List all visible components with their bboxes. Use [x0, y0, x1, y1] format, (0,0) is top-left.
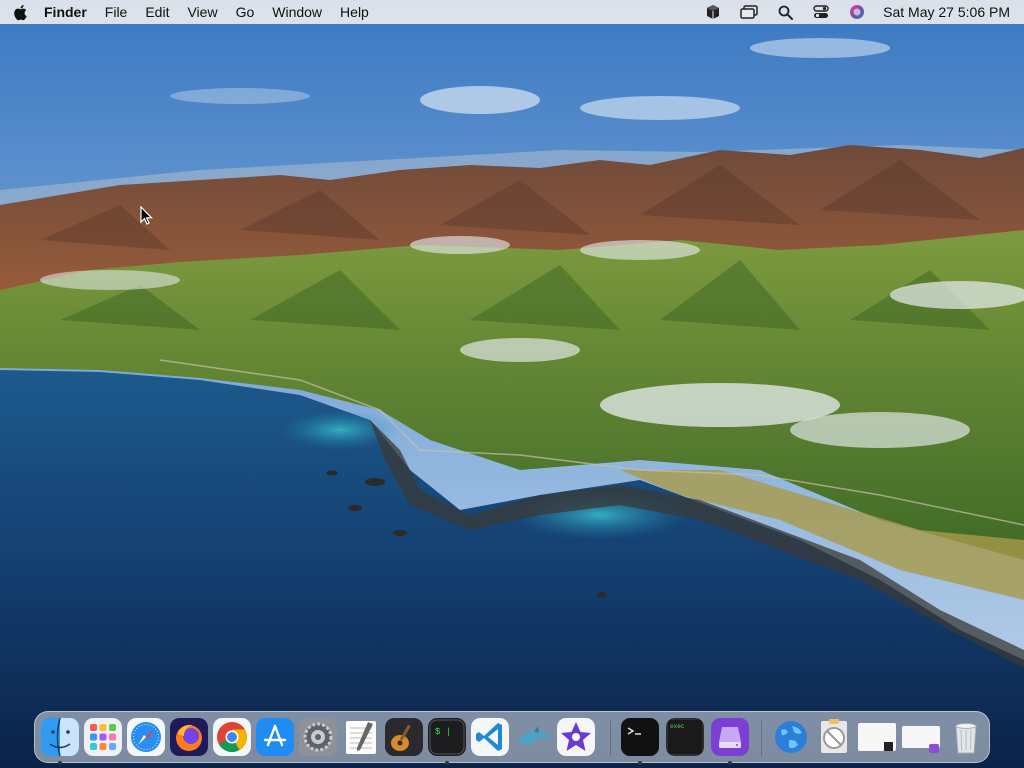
- menu-help[interactable]: Help: [331, 0, 378, 24]
- control-center-icon[interactable]: [808, 0, 834, 24]
- dock-item-vscode[interactable]: [471, 718, 509, 756]
- star-icon: [557, 718, 595, 756]
- running-indicator: [728, 761, 732, 765]
- dock-item-terminal-window[interactable]: [621, 718, 659, 765]
- dock: $ | exec: [34, 711, 990, 765]
- menu-clock[interactable]: Sat May 27 5:06 PM: [883, 4, 1010, 20]
- terminal-window-icon: [621, 718, 659, 756]
- dock-item-terminal[interactable]: $ |: [428, 718, 466, 765]
- trash-icon: [947, 718, 985, 756]
- window-thumbnail-icon: [901, 718, 941, 756]
- dock-item-window-thumbnail-1[interactable]: [857, 718, 897, 756]
- dock-divider: [610, 720, 611, 756]
- dock-item-chrome[interactable]: [213, 718, 251, 756]
- finder-icon: [41, 718, 79, 756]
- guitar-icon: [385, 718, 423, 756]
- dock-item-window-thumbnail-2[interactable]: [901, 718, 941, 756]
- running-indicator: [638, 761, 642, 765]
- menu-file[interactable]: File: [96, 0, 137, 24]
- dock-item-mysql-workbench[interactable]: [514, 718, 552, 756]
- globe-icon: [772, 718, 810, 756]
- menu-go[interactable]: Go: [227, 0, 264, 24]
- window-switch-icon[interactable]: [736, 0, 762, 24]
- dock-item-finder[interactable]: [41, 718, 79, 765]
- dock-item-storage-app[interactable]: [711, 718, 749, 765]
- safari-icon: [127, 718, 165, 756]
- terminal-icon: $ |: [428, 718, 466, 756]
- menu-view[interactable]: View: [178, 0, 226, 24]
- dock-item-garageband[interactable]: [385, 718, 423, 756]
- desktop-wallpaper: [0, 0, 1024, 768]
- search-icon[interactable]: [772, 0, 798, 24]
- dock-item-exec[interactable]: exec: [666, 718, 704, 756]
- menu-window[interactable]: Window: [263, 0, 331, 24]
- dock-item-preview[interactable]: [815, 718, 853, 756]
- running-indicator: [445, 761, 449, 765]
- menu-edit[interactable]: Edit: [136, 0, 178, 24]
- terminal-prompt: $ |: [435, 727, 451, 737]
- siri-icon[interactable]: [844, 0, 870, 24]
- mouse-cursor-icon: [140, 205, 154, 226]
- dolphin-icon: [514, 718, 552, 756]
- dock-item-system-preferences[interactable]: [299, 718, 337, 756]
- launchpad-icon: [84, 718, 122, 756]
- dock-item-app-store[interactable]: [256, 718, 294, 756]
- vscode-icon: [471, 718, 509, 756]
- app-store-icon: [256, 718, 294, 756]
- apple-menu-icon[interactable]: [0, 0, 40, 24]
- exec-icon: exec: [666, 718, 704, 756]
- dock-item-firefox[interactable]: [170, 718, 208, 756]
- window-thumbnail-icon: [857, 718, 897, 756]
- dock-item-launchpad[interactable]: [84, 718, 122, 756]
- box-icon[interactable]: [700, 0, 726, 24]
- exec-label: exec: [670, 723, 685, 730]
- storage-icon: [711, 718, 749, 756]
- gear-icon: [299, 718, 337, 756]
- dock-divider: [761, 720, 762, 756]
- textedit-icon: [342, 718, 380, 756]
- dock-item-safari[interactable]: [127, 718, 165, 756]
- dock-item-trash[interactable]: [947, 718, 985, 756]
- preview-icon: [815, 718, 853, 756]
- firefox-icon: [170, 718, 208, 756]
- running-indicator: [58, 761, 62, 765]
- dock-item-imovie[interactable]: [557, 718, 595, 756]
- menu-bar: Finder File Edit View Go Window Help Sat…: [0, 0, 1024, 24]
- app-menu-finder[interactable]: Finder: [40, 0, 96, 24]
- dock-item-network[interactable]: [772, 718, 810, 756]
- chrome-icon: [213, 718, 251, 756]
- dock-item-textedit[interactable]: [342, 718, 380, 756]
